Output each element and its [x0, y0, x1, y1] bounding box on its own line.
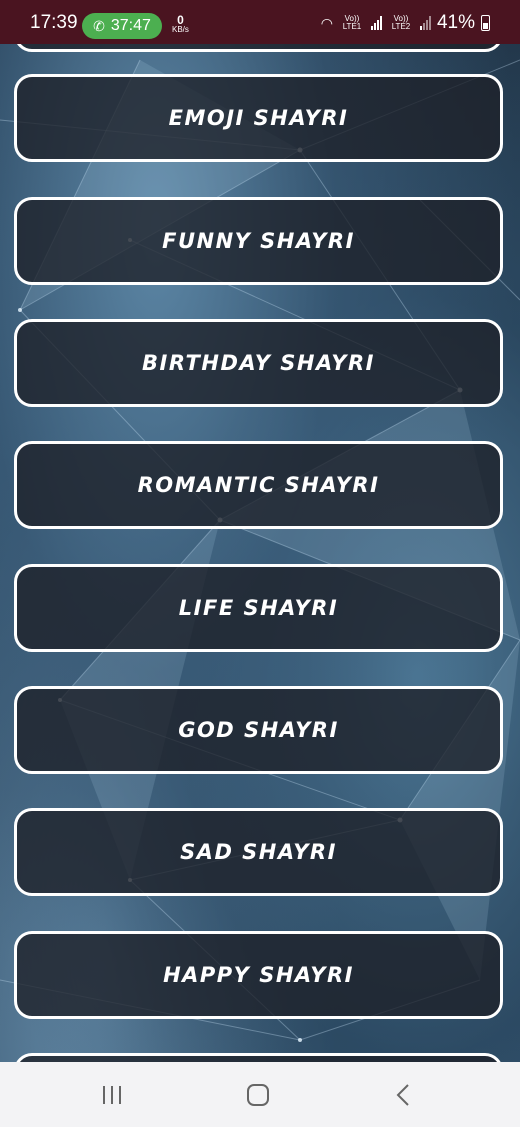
status-bar: 17:39 ✆ 37:47 0 KB/s ◠ Vo)) LTE1 Vo)) LT… — [0, 0, 520, 44]
battery-icon — [481, 15, 490, 31]
category-label: GOD SHAYRI — [178, 718, 339, 742]
wifi-icon: ◠ — [320, 14, 333, 31]
category-list[interactable]: EMOJI SHAYRI FUNNY SHAYRI BIRTHDAY SHAYR… — [0, 44, 520, 1062]
home-icon — [247, 1084, 269, 1106]
category-item-happy[interactable]: HAPPY SHAYRI — [14, 931, 503, 1019]
network-speed-value: 0 — [177, 13, 184, 27]
category-item-romantic[interactable]: ROMANTIC SHAYRI — [14, 441, 503, 529]
category-label: ROMANTIC SHAYRI — [137, 473, 380, 497]
category-item-funny[interactable]: FUNNY SHAYRI — [14, 197, 503, 285]
network-speed: 0 KB/s — [172, 13, 189, 35]
category-label: LIFE SHAYRI — [178, 596, 339, 620]
category-item-emoji[interactable]: EMOJI SHAYRI — [14, 74, 503, 162]
signal-icon-sim2 — [419, 16, 431, 30]
category-item-god[interactable]: GOD SHAYRI — [14, 686, 503, 774]
network-speed-unit: KB/s — [172, 25, 189, 34]
sim2-label: Vo)) LTE2 — [391, 14, 411, 31]
category-label: EMOJI SHAYRI — [168, 106, 349, 130]
clock: 17:39 — [30, 12, 78, 33]
category-item-partial-bottom[interactable] — [14, 1053, 503, 1062]
back-icon — [396, 1084, 409, 1106]
battery-percent: 41% — [436, 12, 475, 33]
category-label: SAD SHAYRI — [180, 840, 337, 864]
category-item-birthday[interactable]: BIRTHDAY SHAYRI — [14, 319, 503, 407]
home-button[interactable] — [238, 1080, 278, 1110]
recents-icon — [103, 1086, 121, 1104]
phone-icon: ✆ — [93, 17, 105, 34]
category-item-sad[interactable]: SAD SHAYRI — [14, 808, 503, 896]
ongoing-call-chip[interactable]: ✆ 37:47 — [82, 13, 162, 39]
recents-button[interactable] — [92, 1080, 132, 1110]
sim1-label: Vo)) LTE1 — [342, 14, 362, 31]
back-button[interactable] — [384, 1080, 424, 1110]
system-indicators: ◠ Vo)) LTE1 Vo)) LTE2 41% — [321, 12, 490, 34]
category-item-partial-top[interactable] — [14, 44, 503, 52]
category-label: FUNNY SHAYRI — [162, 229, 355, 253]
category-label: HAPPY SHAYRI — [163, 963, 354, 987]
category-label: BIRTHDAY SHAYRI — [142, 351, 375, 375]
category-item-life[interactable]: LIFE SHAYRI — [14, 564, 503, 652]
signal-icon-sim1 — [370, 16, 382, 30]
call-duration: 37:47 — [110, 17, 151, 34]
navigation-bar — [0, 1062, 520, 1127]
